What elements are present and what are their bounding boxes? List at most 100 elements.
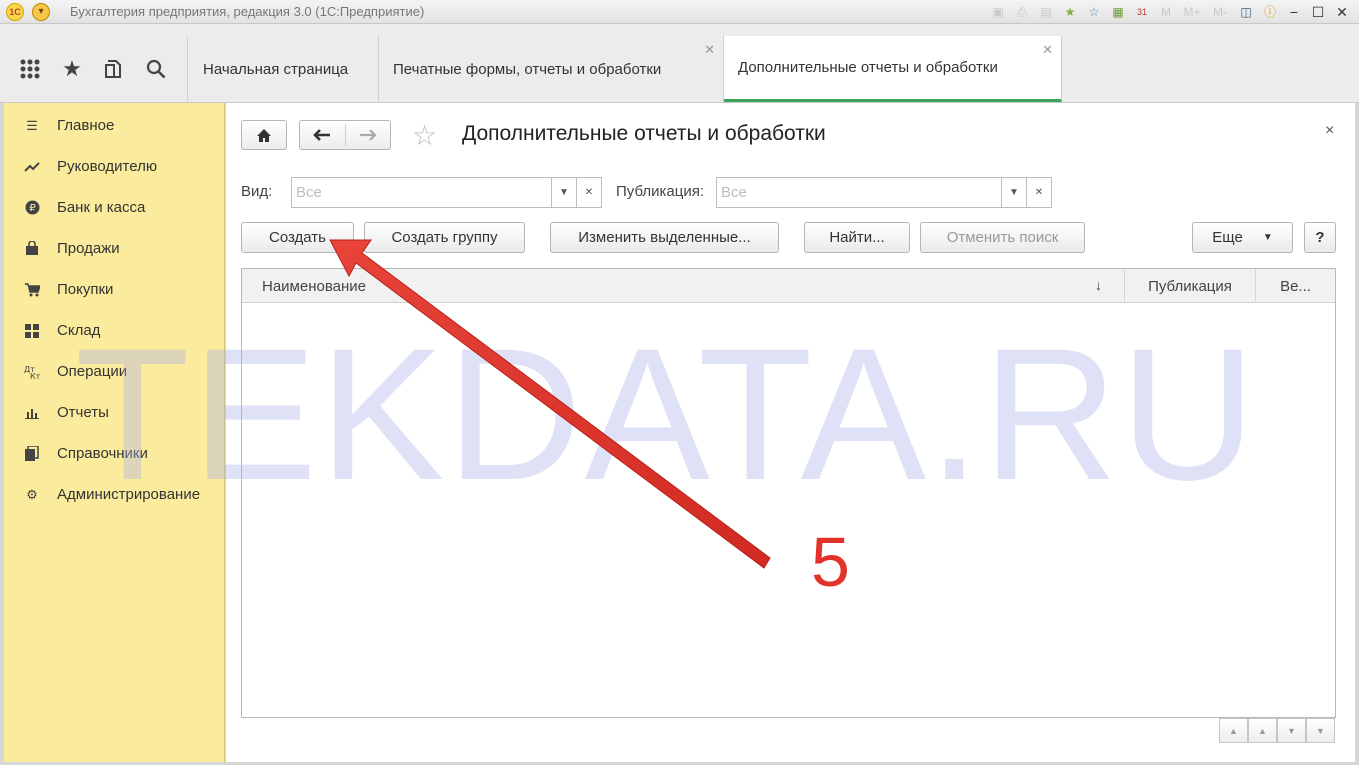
tab-label: Дополнительные отчеты и обработки — [738, 59, 998, 76]
close-icon[interactable]: ✕ — [1333, 3, 1351, 21]
vid-clear-button[interactable]: ✕ — [576, 177, 602, 208]
svg-text:₽: ₽ — [29, 203, 36, 214]
bookmark-icon[interactable]: ☆ — [1085, 3, 1103, 21]
top-panel: ★ Начальная страница Печатные формы, отч… — [0, 24, 1359, 103]
titlebar-toolbar: ▣ ⎙ ▤ ★ ☆ ▦ 31 M M+ M- ◫ ⓘ − ☐ ✕ — [989, 2, 1351, 22]
gear-icon: ⚙ — [26, 486, 38, 502]
help-button[interactable]: ? — [1304, 222, 1336, 253]
menu-lines-icon: ☰ — [26, 117, 38, 133]
create-group-button[interactable]: Создать группу — [364, 222, 525, 253]
scroll-first-button[interactable]: ▲ — [1219, 718, 1248, 743]
sidebar-item-label: Покупки — [57, 281, 114, 298]
cart-icon — [24, 282, 40, 298]
preview-icon[interactable]: ▤ — [1037, 3, 1055, 21]
cancel-search-button[interactable]: Отменить поиск — [920, 222, 1085, 253]
window-title: Бухгалтерия предприятия, редакция 3.0 (1… — [70, 4, 425, 19]
column-label: Ве... — [1280, 277, 1311, 295]
tab-home[interactable]: Начальная страница — [189, 36, 379, 102]
favorites-star-icon[interactable]: ★ — [58, 55, 86, 83]
history-nav — [299, 120, 391, 150]
column-header-version[interactable]: Ве... — [1256, 269, 1335, 303]
sidebar-item-manager[interactable]: Руководителю — [4, 146, 224, 187]
system-buttons: ★ — [4, 36, 188, 102]
scroll-last-button[interactable]: ▼ — [1306, 718, 1335, 743]
sidebar-item-administration[interactable]: ⚙ Администрирование — [4, 474, 224, 515]
sidebar-item-warehouse[interactable]: Склад — [4, 310, 224, 351]
tab-close-icon[interactable]: ✕ — [704, 42, 715, 58]
main-menu-button[interactable]: ▾ — [32, 3, 50, 21]
column-header-publication[interactable]: Публикация — [1125, 269, 1256, 303]
search-icon[interactable] — [142, 55, 170, 83]
find-button[interactable]: Найти... — [804, 222, 910, 253]
memory-mplus-icon[interactable]: M+ — [1181, 3, 1203, 21]
vid-label: Вид: — [241, 183, 273, 200]
more-label: Еще — [1212, 229, 1243, 246]
form-close-button[interactable]: × — [1325, 122, 1334, 140]
calendar-icon[interactable]: 31 — [1133, 3, 1151, 21]
vid-dropdown-button[interactable]: ▼ — [551, 177, 577, 208]
memory-mminus-icon[interactable]: M- — [1209, 3, 1231, 21]
more-button[interactable]: Еще ▼ — [1192, 222, 1293, 253]
sidebar-item-label: Склад — [57, 322, 101, 339]
column-header-name[interactable]: Наименование ↓ — [242, 269, 1125, 303]
sidebar-item-sales[interactable]: Продажи — [4, 228, 224, 269]
tab-close-icon[interactable]: ✕ — [1042, 42, 1053, 58]
vid-field[interactable]: Все — [291, 177, 552, 208]
publication-label: Публикация: — [616, 183, 704, 200]
shopping-bag-icon — [24, 241, 40, 257]
forward-button[interactable] — [345, 129, 390, 141]
warehouse-grid-icon — [24, 323, 40, 339]
sidebar-item-label: Справочники — [57, 445, 148, 462]
open-windows-tabs: Начальная страница Печатные формы, отчет… — [189, 36, 1062, 102]
all-functions-grid-icon[interactable] — [16, 55, 44, 83]
sidebar-item-label: Руководителю — [57, 158, 158, 175]
back-button[interactable] — [300, 129, 345, 141]
sidebar-item-directories[interactable]: Справочники — [4, 433, 224, 474]
home-button[interactable] — [241, 120, 287, 150]
minimize-icon[interactable]: − — [1285, 3, 1303, 21]
favorites-add-icon[interactable]: ★ — [1061, 3, 1079, 21]
table-header: Наименование ↓ Публикация Ве... — [242, 269, 1335, 303]
sidebar-item-bank[interactable]: ₽ Банк и касса — [4, 187, 224, 228]
bar-chart-icon — [24, 405, 40, 421]
arrow-right-icon — [359, 129, 377, 141]
app-logo-icon: 1С — [6, 3, 24, 21]
panel-icon[interactable]: ◫ — [1237, 3, 1255, 21]
sidebar-item-label: Администрирование — [57, 486, 201, 503]
calculator-icon[interactable]: ▦ — [1109, 3, 1127, 21]
sidebar-item-operations[interactable]: Дт Кт Операции — [4, 351, 224, 392]
column-label: Наименование — [262, 277, 366, 295]
publication-clear-button[interactable]: ✕ — [1026, 177, 1052, 208]
publication-field[interactable]: Все — [716, 177, 1002, 208]
info-icon[interactable]: ⓘ — [1261, 3, 1279, 21]
page-title: Дополнительные отчеты и обработки — [462, 122, 826, 145]
create-button[interactable]: Создать — [241, 222, 354, 253]
maximize-icon[interactable]: ☐ — [1309, 3, 1327, 21]
scroll-up-button[interactable]: ▲ — [1248, 718, 1277, 743]
memory-m-icon[interactable]: M — [1157, 3, 1175, 21]
data-table[interactable]: Наименование ↓ Публикация Ве... — [241, 268, 1336, 718]
sidebar-item-label: Главное — [57, 117, 115, 134]
print-icon[interactable]: ⎙ — [1013, 3, 1031, 21]
sort-arrow-icon: ↓ — [1095, 277, 1102, 293]
column-label: Публикация — [1148, 277, 1232, 295]
sidebar-item-label: Продажи — [57, 240, 120, 257]
scroll-down-button[interactable]: ▼ — [1277, 718, 1306, 743]
sidebar-item-label: Операции — [57, 363, 128, 380]
sidebar-item-purchases[interactable]: Покупки — [4, 269, 224, 310]
sidebar-item-main[interactable]: ☰ Главное — [4, 105, 224, 146]
trend-icon — [24, 159, 40, 175]
tab-print-forms[interactable]: Печатные формы, отчеты и обработки ✕ — [379, 36, 724, 102]
sidebar-item-label: Банк и касса — [57, 199, 146, 216]
sidebar-item-reports[interactable]: Отчеты — [4, 392, 224, 433]
form-area: ☆ Дополнительные отчеты и обработки × Ви… — [226, 103, 1355, 762]
history-icon[interactable] — [100, 55, 128, 83]
publication-dropdown-button[interactable]: ▼ — [1001, 177, 1027, 208]
favorite-star-icon[interactable]: ☆ — [412, 119, 437, 152]
sections-panel: ☰ Главное Руководителю ₽ Банк и касса Пр… — [4, 103, 225, 762]
ruble-coin-icon: ₽ — [24, 200, 40, 216]
tab-additional-reports[interactable]: Дополнительные отчеты и обработки ✕ — [724, 36, 1062, 102]
save-icon[interactable]: ▣ — [989, 3, 1007, 21]
chevron-down-icon: ▼ — [1262, 232, 1273, 243]
change-selected-button[interactable]: Изменить выделенные... — [550, 222, 779, 253]
